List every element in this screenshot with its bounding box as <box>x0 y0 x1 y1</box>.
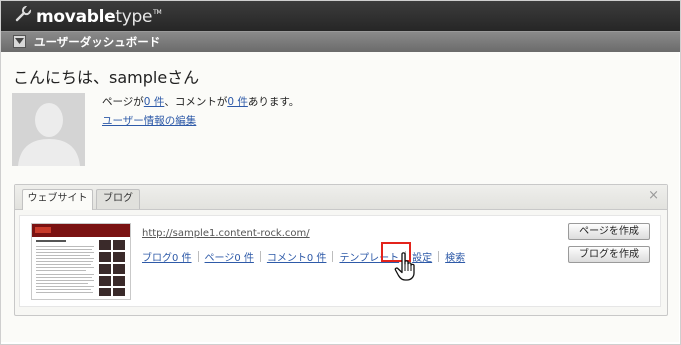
create-blog-button[interactable]: ブログを作成 <box>568 246 650 263</box>
widget-header: ウェブサイト ブログ × <box>15 185 667 210</box>
dashboard-title-bar: ユーザーダッシュボード <box>1 31 680 52</box>
search-link[interactable]: 検索 <box>445 249 465 264</box>
comments-link[interactable]: コメント0 件 <box>267 249 327 264</box>
stats-middle: 、コメントが <box>164 96 228 108</box>
collapse-toggle-button[interactable] <box>13 35 26 48</box>
triangle-down-icon <box>15 38 24 44</box>
top-bar: movable type TM <box>1 1 680 31</box>
tab-blog[interactable]: ブログ <box>96 189 140 209</box>
hand-pointer-icon <box>394 252 418 286</box>
app-logo[interactable]: movable type TM <box>15 5 162 27</box>
stats-suffix: あります。 <box>247 96 300 108</box>
separator <box>332 251 334 262</box>
dashboard-title: ユーザーダッシュボード <box>34 35 161 49</box>
separator <box>197 251 199 262</box>
pages-count-link[interactable]: 0 件 <box>144 96 165 108</box>
greeting-heading: こんにちは、sampleさん <box>13 68 200 87</box>
stats-prefix: ページが <box>102 96 144 108</box>
stats-line: ページが0 件、コメントが0 件あります。 <box>102 94 299 109</box>
user-silhouette-icon <box>12 93 85 166</box>
tab-website[interactable]: ウェブサイト <box>22 189 93 210</box>
separator <box>438 251 440 262</box>
website-row: http://sample1.content-rock.com/ ブログ0 件 … <box>19 215 661 307</box>
logo-tm: TM <box>153 9 162 16</box>
create-page-button[interactable]: ページを作成 <box>568 223 650 240</box>
pages-link[interactable]: ページ0 件 <box>205 249 254 264</box>
logo-sub-text: type <box>115 6 153 27</box>
avatar <box>12 93 85 166</box>
site-url-link[interactable]: http://sample1.content-rock.com/ <box>142 228 310 239</box>
edit-profile-link[interactable]: ユーザー情報の編集 <box>102 113 196 128</box>
site-thumbnail[interactable] <box>31 223 131 300</box>
wrench-icon <box>15 5 33 27</box>
separator <box>259 251 261 262</box>
comments-count-link[interactable]: 0 件 <box>227 96 248 108</box>
close-icon[interactable]: × <box>648 188 659 203</box>
logo-main-text: movable <box>36 6 116 27</box>
blogs-count-link[interactable]: ブログ0 件 <box>142 249 192 264</box>
